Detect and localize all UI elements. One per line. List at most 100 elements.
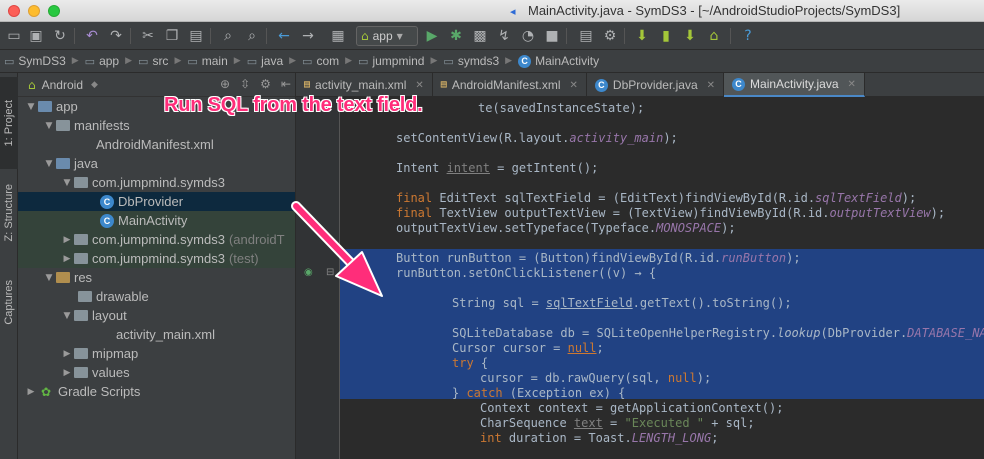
folder-icon: ▭ — [138, 54, 149, 68]
tree-node-res[interactable]: ▼ res — [18, 268, 295, 287]
folder-icon — [56, 120, 70, 131]
android-monitor-icon[interactable]: ⌂ — [704, 26, 724, 46]
tab-dbprovider-java[interactable]: C DbProvider.java ✕ — [587, 73, 725, 97]
folder-icon — [74, 310, 88, 321]
code-line: String sql = sqlTextField.getText().toSt… — [452, 296, 792, 310]
settings-icon[interactable]: ⚙ — [600, 26, 620, 46]
sync-gradle-icon[interactable]: ⬇ — [632, 26, 652, 46]
chevron-down-icon: ▼ — [396, 31, 403, 41]
folder-icon: ▭ — [246, 54, 258, 68]
breadcrumb-com[interactable]: ▭ com — [302, 54, 339, 68]
hide-panel-icon[interactable]: ⇤ — [281, 77, 291, 91]
build-icon[interactable]: ▦ — [328, 26, 348, 46]
back-icon[interactable]: ← — [274, 26, 294, 46]
code-line: } catch (Exception ex) { — [452, 386, 626, 400]
folder-icon — [78, 291, 92, 302]
tree-node-dbprovider[interactable]: C DbProvider — [18, 192, 295, 211]
tab-androidmanifest-xml[interactable]: ▤ AndroidManifest.xml ✕ — [433, 73, 587, 97]
cut-icon[interactable]: ✂ — [138, 26, 158, 46]
code-editor[interactable]: te(savedInstanceState); setContentView(R… — [340, 97, 984, 459]
code-line: outputTextView.setTypeface(Typeface.MONO… — [396, 221, 736, 235]
sdk-manager-icon[interactable]: ⬇ — [680, 26, 700, 46]
folder-icon: ▭ — [84, 54, 96, 68]
replace-icon[interactable]: ⌕ — [242, 26, 262, 46]
structure-icon[interactable]: ▤ — [576, 26, 596, 46]
folder-icon: ▭ — [4, 54, 15, 68]
close-window-button[interactable] — [8, 5, 20, 17]
tree-node-java[interactable]: ▼ java — [18, 154, 295, 173]
redo-icon[interactable]: ↷ — [106, 26, 126, 46]
title-bar: ◂ MainActivity.java - SymDS3 - [~/Androi… — [0, 0, 984, 22]
undo-icon[interactable]: ↶ — [82, 26, 102, 46]
gear-icon[interactable]: ⚙ — [260, 77, 271, 91]
android-icon: ⌂ — [28, 77, 36, 92]
profile-icon[interactable]: ◔ — [518, 26, 538, 46]
fold-icon[interactable]: ⊟ — [326, 267, 334, 278]
open-folder-icon[interactable]: ▭ — [4, 26, 24, 46]
stop-icon[interactable]: ■ — [542, 26, 562, 46]
paste-icon[interactable]: ▤ — [186, 26, 206, 46]
attach-debugger-icon[interactable]: ↯ — [494, 26, 514, 46]
breadcrumb-java[interactable]: ▭ java — [247, 54, 283, 68]
tree-node-mainactivity[interactable]: C MainActivity — [18, 211, 295, 230]
code-line: te(savedInstanceState); — [478, 101, 645, 115]
code-line: final EditText sqlTextField = (EditText)… — [396, 191, 917, 205]
code-line: runButton.setOnClickListener((v) → { — [396, 266, 657, 280]
breadcrumb-jumpmind[interactable]: ▭ jumpmind — [358, 54, 424, 68]
sync-icon[interactable]: ↻ — [50, 26, 70, 46]
tree-node-mipmap[interactable]: ▶ mipmap — [18, 344, 295, 363]
java-file-icon: ◂ — [510, 5, 516, 18]
copy-icon[interactable]: ❐ — [162, 26, 182, 46]
override-marker-icon[interactable]: ◉ — [304, 267, 313, 278]
code-line: Button runButton = (Button)findViewById(… — [396, 251, 801, 265]
folder-icon: ▭ — [443, 54, 454, 68]
xml-file-icon: ▤ — [304, 80, 311, 91]
class-icon: C — [100, 194, 114, 209]
tab-mainactivity-java[interactable]: C MainActivity.java ✕ — [724, 73, 865, 97]
close-tab-icon[interactable]: ✕ — [848, 79, 856, 90]
tree-node-layout[interactable]: ▼ layout — [18, 306, 295, 325]
tree-node-package-androidtest[interactable]: ▶ com.jumpmind.symds3 (androidT — [18, 230, 295, 249]
run-icon[interactable]: ▶ — [422, 26, 442, 46]
source-folder-icon — [56, 158, 70, 169]
android-icon: ⌂ — [361, 29, 369, 43]
forward-icon[interactable]: → — [298, 26, 318, 46]
tree-node-androidmanifest[interactable]: AndroidManifest.xml — [18, 135, 295, 154]
close-tab-icon[interactable]: ✕ — [707, 80, 715, 91]
breadcrumb-mainactivity[interactable]: C MainActivity — [518, 54, 599, 68]
tree-node-manifests[interactable]: ▼ manifests — [18, 116, 295, 135]
folder-icon — [74, 348, 88, 359]
tree-node-gradle-scripts[interactable]: ▶ ✿ Gradle Scripts — [18, 382, 295, 401]
breadcrumb-module[interactable]: ▭ app — [85, 54, 119, 68]
zoom-window-button[interactable] — [48, 5, 60, 17]
scroll-from-source-icon[interactable]: ⊕ — [220, 77, 230, 91]
window-title: MainActivity.java - SymDS3 - [~/AndroidS… — [528, 3, 901, 18]
tab-project[interactable]: 1: Project — [0, 77, 18, 169]
tree-node-package-main[interactable]: ▼ com.jumpmind.symds3 — [18, 173, 295, 192]
xml-file-icon — [96, 328, 112, 341]
breadcrumb-main[interactable]: ▭ main — [187, 54, 227, 68]
minimize-window-button[interactable] — [28, 5, 40, 17]
folder-icon — [74, 367, 88, 378]
tree-node-package-test[interactable]: ▶ com.jumpmind.symds3 (test) — [18, 249, 295, 268]
find-icon[interactable]: ⌕ — [218, 26, 238, 46]
tree-node-drawable[interactable]: drawable — [18, 287, 295, 306]
code-line: int duration = Toast.LENGTH_LONG; — [480, 431, 719, 445]
breadcrumb-src[interactable]: ▭ src — [138, 54, 168, 68]
close-tab-icon[interactable]: ✕ — [415, 80, 423, 91]
tree-node-values[interactable]: ▶ values — [18, 363, 295, 382]
coverage-icon[interactable]: ▩ — [470, 26, 490, 46]
tab-structure[interactable]: Z: Structure — [0, 171, 18, 255]
debug-icon[interactable]: ✱ — [446, 26, 466, 46]
close-tab-icon[interactable]: ✕ — [570, 80, 578, 91]
code-line: try { — [452, 356, 489, 370]
collapse-all-icon[interactable]: ⇳ — [240, 77, 250, 91]
run-configuration-select[interactable]: ⌂ app ▼ — [356, 26, 418, 46]
breadcrumb-project[interactable]: ▭ SymDS3 — [4, 54, 66, 68]
tab-captures[interactable]: Captures — [0, 269, 18, 335]
avd-manager-icon[interactable]: ▮ — [656, 26, 676, 46]
help-icon[interactable]: ? — [738, 26, 758, 46]
save-all-icon[interactable]: ▣ — [26, 26, 46, 46]
breadcrumb-symds3[interactable]: ▭ symds3 — [443, 54, 499, 68]
tree-node-activity-main-xml[interactable]: activity_main.xml — [18, 325, 295, 344]
